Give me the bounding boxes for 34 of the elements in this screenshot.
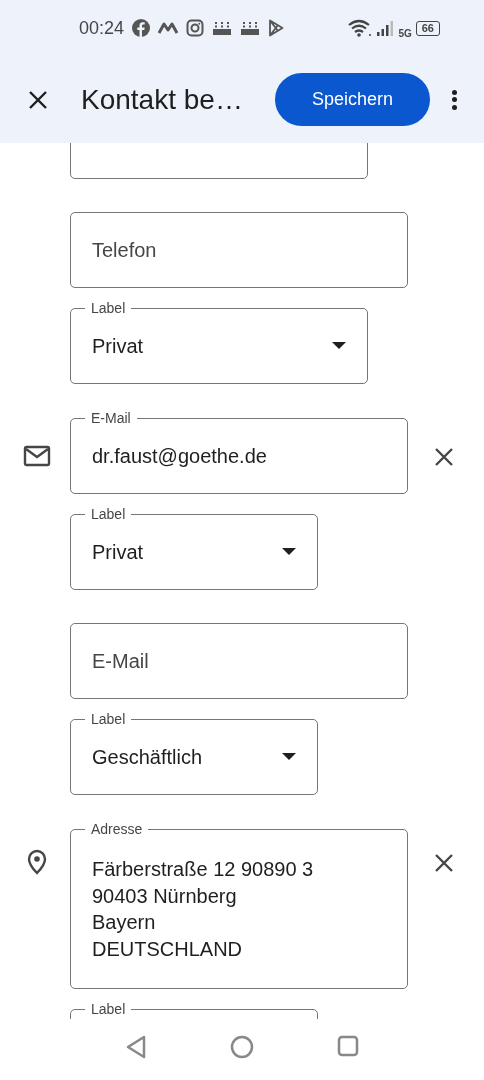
field-label: Label	[90, 710, 127, 729]
dropdown-arrow-icon	[282, 548, 296, 556]
wifi-icon	[348, 19, 373, 37]
field-value: Geschäftlich	[92, 745, 204, 770]
field-label: Label	[90, 505, 127, 524]
field-value: dr.faust@goethe.de	[92, 444, 268, 469]
recent-apps-icon[interactable]	[336, 1035, 359, 1057]
camera-icon	[186, 19, 205, 37]
home-icon[interactable]	[230, 1035, 254, 1059]
battery-icon: 66	[415, 20, 440, 36]
field-label: Label	[90, 299, 127, 318]
field-placeholder: Telefon	[92, 238, 158, 263]
field-label: Label	[90, 1000, 127, 1019]
field-value: Privat	[92, 540, 145, 565]
field-value: Privat	[92, 334, 145, 359]
factory-icon	[212, 20, 233, 36]
play-store-icon	[268, 19, 285, 37]
factory-icon	[240, 20, 261, 36]
field-placeholder: E-Mail	[92, 649, 150, 674]
input-field[interactable]: Telefon	[70, 212, 408, 288]
save-button[interactable]: Speichern	[275, 73, 430, 126]
field-label: E-Mail	[90, 409, 132, 428]
signal-icon	[376, 19, 395, 37]
network-type: 5G	[398, 26, 412, 41]
back-icon[interactable]	[125, 1035, 148, 1059]
status-time: 00:24	[79, 16, 125, 40]
dropdown-arrow-icon	[332, 342, 346, 350]
field-label: Adresse	[90, 820, 144, 839]
mountain-logo-icon	[158, 21, 179, 35]
dropdown-arrow-icon	[282, 753, 296, 761]
field-value: Färberstraße 12 90890 3 90403 Nürnberg Bayern DEUTSCHLAND	[92, 857, 315, 962]
facebook-icon	[132, 19, 151, 37]
page-title: Kontakt be…	[81, 82, 243, 117]
input-field[interactable]: E-Mail	[70, 623, 408, 699]
